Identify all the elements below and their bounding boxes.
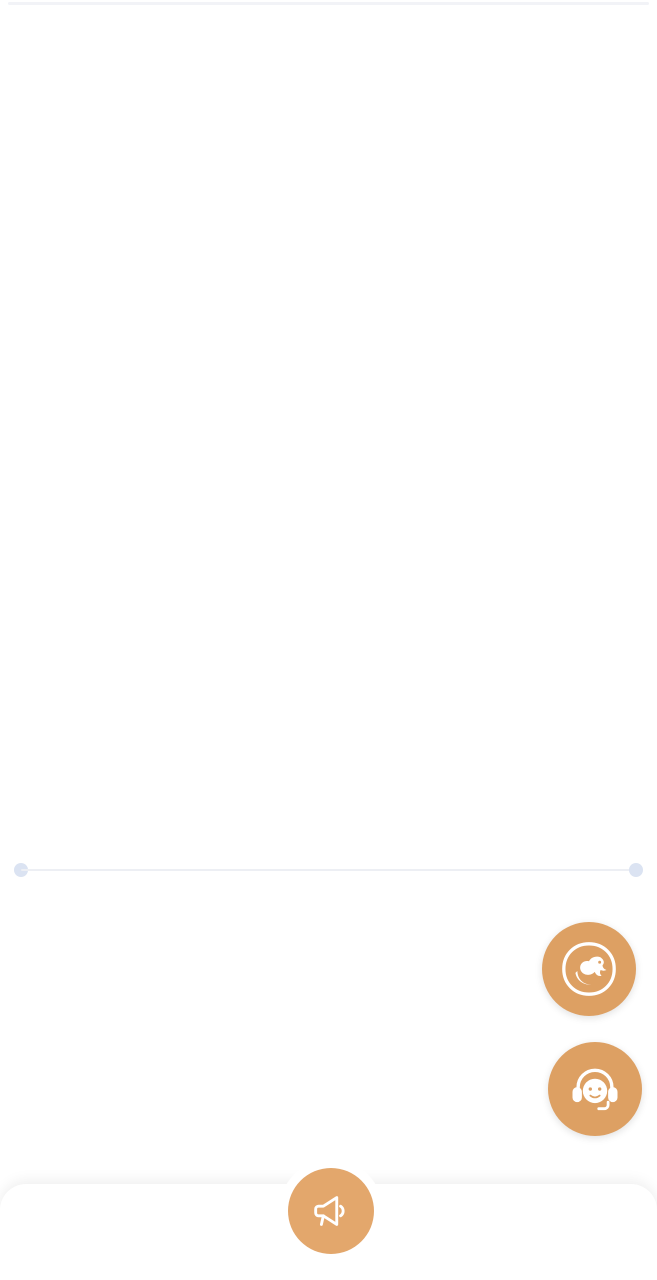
- app-root: [0, 0, 657, 1280]
- service-fab[interactable]: [548, 1042, 642, 1136]
- dragon-fab[interactable]: [542, 922, 636, 1016]
- divider-dot-right: [629, 863, 643, 877]
- promotion-fab[interactable]: [288, 1168, 374, 1254]
- top-divider: [8, 2, 649, 5]
- divider-line: [21, 869, 636, 871]
- dragon-icon: [562, 942, 616, 996]
- megaphone-icon: [314, 1196, 345, 1226]
- section-divider: [14, 863, 643, 877]
- headset-support-icon: [572, 1068, 618, 1111]
